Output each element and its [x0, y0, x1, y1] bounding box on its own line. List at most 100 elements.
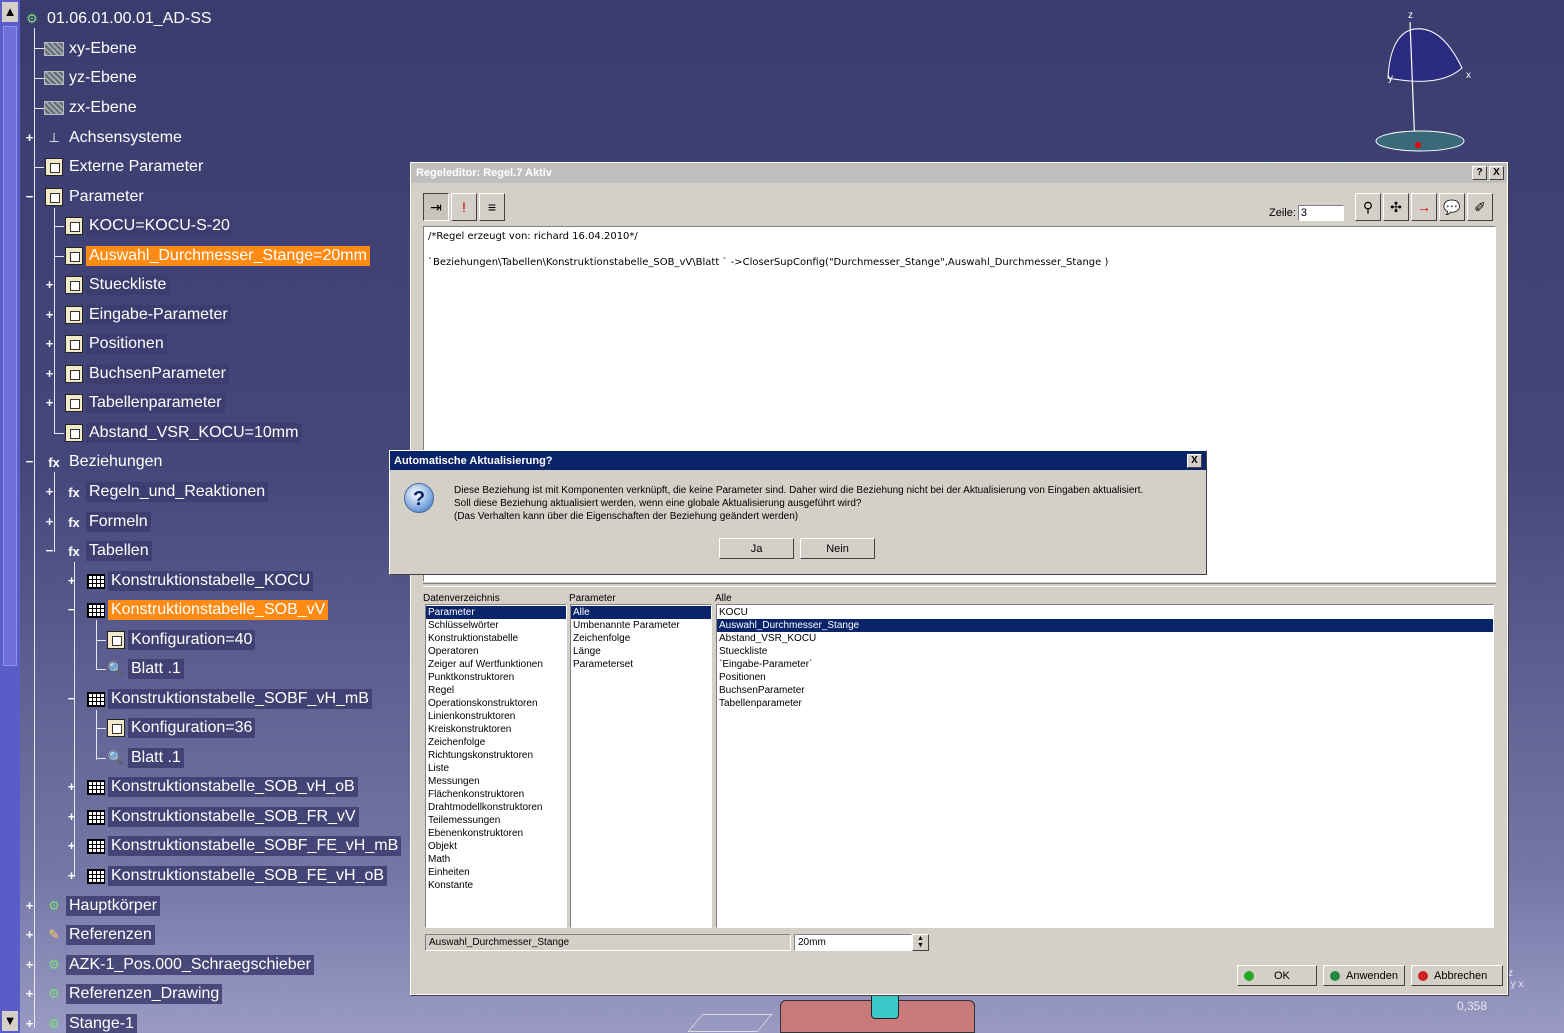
object-browser-icon[interactable]: ✣	[1383, 193, 1409, 221]
list-item[interactable]: Zeichenfolge	[571, 632, 711, 645]
list-item[interactable]: Schlüsselwörter	[426, 619, 566, 632]
expand-plus-icon[interactable]: +	[24, 1017, 35, 1030]
pane-splitter[interactable]	[423, 583, 1496, 587]
expand-plus-icon[interactable]: +	[66, 839, 77, 852]
list-item[interactable]: Linienkonstruktoren	[426, 710, 566, 723]
list-item[interactable]: Parameter	[426, 606, 566, 619]
list-item[interactable]: Math	[426, 853, 566, 866]
tree-item-azk-schraegschieber[interactable]: + ⚙ AZK-1_Pos.000_Schraegschieber	[26, 953, 314, 977]
tree-item-external-parameters[interactable]: Externe Parameter	[44, 155, 206, 179]
auto-update-dialog[interactable]: Automatische Aktualisierung? X ? Diese B…	[389, 450, 1207, 575]
list-item[interactable]: Parameterset	[571, 658, 711, 671]
expand-plus-icon[interactable]: +	[24, 987, 35, 1000]
tree-item-parameters[interactable]: − Parameter	[26, 185, 147, 209]
expand-plus-icon[interactable]: +	[44, 515, 55, 528]
rule-editor-window[interactable]: Regeleditor: Regel.7 Aktiv ? X ⇥ ! ≡ Zei…	[410, 162, 1508, 995]
list-item[interactable]: Umbenannte Parameter	[571, 619, 711, 632]
list-item[interactable]: Stueckliste	[717, 645, 1493, 658]
collapse-minus-icon[interactable]: −	[44, 544, 55, 557]
collapse-minus-icon[interactable]: −	[24, 455, 35, 468]
tree-item-stange-1[interactable]: + ⚙ Stange-1	[26, 1012, 137, 1033]
expand-plus-icon[interactable]: +	[66, 574, 77, 587]
list-item[interactable]: Zeiger auf Wertfunktionen	[426, 658, 566, 671]
list-item[interactable]: Positionen	[717, 671, 1493, 684]
expand-plus-icon[interactable]: +	[44, 308, 55, 321]
yes-button[interactable]: Ja	[719, 538, 794, 559]
tree-item-tabellen[interactable]: − fx Tabellen	[46, 539, 152, 563]
expand-plus-icon[interactable]: +	[44, 485, 55, 498]
tree-item-ktab-sob-fr-vv[interactable]: + Konstruktionstabelle_SOB_FR_vV	[68, 805, 359, 829]
list-item[interactable]: Punktkonstruktoren	[426, 671, 566, 684]
list-item[interactable]: Konstruktionstabelle	[426, 632, 566, 645]
list-item[interactable]: Operatoren	[426, 645, 566, 658]
dialog-close-button[interactable]: X	[1187, 453, 1202, 468]
tree-item-beziehungen[interactable]: − fx Beziehungen	[26, 450, 165, 474]
list-item[interactable]: Tabellenparameter	[717, 697, 1493, 710]
tree-item-xy-plane[interactable]: xy-Ebene	[44, 37, 140, 61]
expand-plus-icon[interactable]: +	[24, 928, 35, 941]
expand-plus-icon[interactable]: +	[44, 367, 55, 380]
rule-editor-titlebar[interactable]: Regeleditor: Regel.7 Aktiv ? X	[411, 163, 1507, 183]
all-members-list[interactable]: KOCU Auswahl_Durchmesser_Stange Abstand_…	[716, 604, 1494, 928]
list-item[interactable]: Abstand_VSR_KOCU	[717, 632, 1493, 645]
tree-item-formeln[interactable]: + fx Formeln	[46, 510, 151, 534]
tree-item-ktab-kocu[interactable]: + Konstruktionstabelle_KOCU	[68, 569, 314, 593]
list-item[interactable]: Flächenkonstruktoren	[426, 788, 566, 801]
tree-item-konfiguration-36[interactable]: Konfiguration=36	[106, 716, 256, 740]
tree-item-hauptkoerper[interactable]: + ⚙ Hauptkörper	[26, 894, 161, 918]
no-button[interactable]: Nein	[800, 538, 875, 559]
tree-root[interactable]: ⚙ 01.06.01.00.01_AD-SS	[22, 7, 215, 31]
tree-item-stueckliste[interactable]: + Stueckliste	[46, 273, 170, 297]
tree-item-abstand-vsr-kocu[interactable]: Abstand_VSR_KOCU=10mm	[64, 421, 302, 445]
tree-item-buchsen-parameter[interactable]: + BuchsenParameter	[46, 362, 229, 386]
list-item[interactable]: Objekt	[426, 840, 566, 853]
selected-member-value-field[interactable]: 20mm	[794, 934, 912, 951]
tree-item-ktab-sobf-fe-vh-mb[interactable]: + Konstruktionstabelle_SOBF_FE_vH_mB	[68, 834, 402, 858]
list-item[interactable]: Operationskonstruktoren	[426, 697, 566, 710]
list-item[interactable]: Konstante	[426, 879, 566, 892]
cancel-button[interactable]: Abbrechen	[1411, 965, 1503, 986]
list-item[interactable]: Zeichenfolge	[426, 736, 566, 749]
collapse-minus-icon[interactable]: −	[66, 603, 77, 616]
help-button[interactable]: ?	[1472, 166, 1487, 180]
tree-item-blatt-1[interactable]: 🔍 Blatt .1	[106, 657, 184, 681]
collapse-minus-icon[interactable]: −	[24, 190, 35, 203]
expand-plus-icon[interactable]: +	[24, 899, 35, 912]
compass-icon[interactable]: z y x	[1370, 8, 1480, 158]
tree-item-ktab-sobf-vh-mb[interactable]: − Konstruktionstabelle_SOBF_vH_mB	[68, 687, 372, 711]
parameter-filter-list[interactable]: Alle Umbenannte Parameter Zeichenfolge L…	[570, 604, 712, 928]
ok-button[interactable]: OK	[1237, 965, 1317, 986]
list-item[interactable]: Einheiten	[426, 866, 566, 879]
go-to-error-icon[interactable]: →	[1411, 193, 1437, 221]
tree-item-eingabe-parameter[interactable]: + Eingabe-Parameter	[46, 303, 231, 327]
list-item[interactable]: BuchsenParameter	[717, 684, 1493, 697]
list-item[interactable]: Alle	[571, 606, 711, 619]
dictionary-list[interactable]: Parameter Schlüsselwörter Konstruktionst…	[425, 604, 567, 928]
tree-item-zx-plane[interactable]: zx-Ebene	[44, 96, 140, 120]
value-spinner[interactable]: ▲ ▼	[912, 934, 929, 951]
expand-plus-icon[interactable]: +	[24, 131, 35, 144]
expand-plus-icon[interactable]: +	[66, 780, 77, 793]
tree-item-ktab-sob-vh-ob[interactable]: + Konstruktionstabelle_SOB_vH_oB	[68, 775, 358, 799]
tree-item-referenzen-drawing[interactable]: + ⚙ Referenzen_Drawing	[26, 982, 223, 1006]
collapse-minus-icon[interactable]: −	[66, 692, 77, 705]
error-check-icon[interactable]: !	[451, 193, 477, 221]
tree-item-axis-systems[interactable]: + ⊥ Achsensysteme	[26, 126, 185, 150]
list-item[interactable]: Liste	[426, 762, 566, 775]
expand-plus-icon[interactable]: +	[44, 278, 55, 291]
expand-plus-icon[interactable]: +	[66, 869, 77, 882]
tree-item-ktab-sob-vv[interactable]: − Konstruktionstabelle_SOB_vV	[68, 598, 329, 622]
apply-button[interactable]: Anwenden	[1323, 965, 1405, 986]
list-item[interactable]: KOCU	[717, 606, 1493, 619]
tree-item-blatt-1-b[interactable]: 🔍 Blatt .1	[106, 746, 184, 770]
list-item[interactable]: Drahtmodellkonstruktoren	[426, 801, 566, 814]
tree-item-yz-plane[interactable]: yz-Ebene	[44, 66, 140, 90]
dialog-titlebar[interactable]: Automatische Aktualisierung? X	[390, 451, 1206, 470]
list-item[interactable]: Messungen	[426, 775, 566, 788]
tree-item-referenzen[interactable]: + ✎ Referenzen	[26, 923, 155, 947]
list-item[interactable]: Auswahl_Durchmesser_Stange	[717, 619, 1493, 632]
tree-item-kocu[interactable]: KOCU=KOCU-S-20	[64, 214, 233, 238]
close-button[interactable]: X	[1489, 166, 1504, 180]
indent-icon[interactable]: ⇥	[423, 193, 449, 221]
expand-plus-icon[interactable]: +	[44, 337, 55, 350]
